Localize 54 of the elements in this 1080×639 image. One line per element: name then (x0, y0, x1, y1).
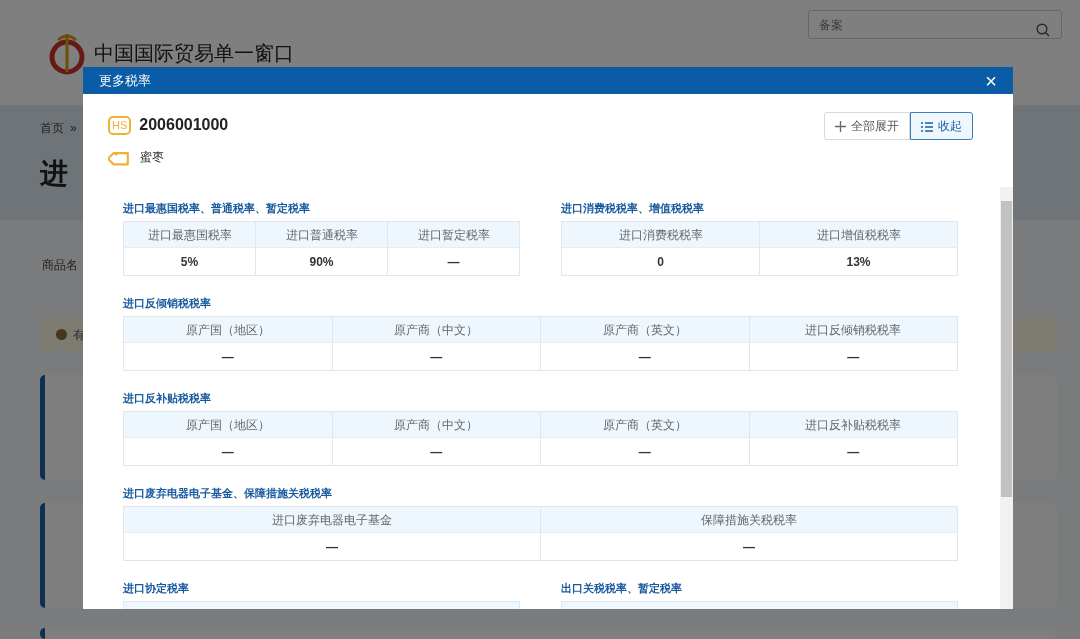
hs-code: 2006001000 (139, 115, 229, 135)
column-header: 进口反倾销税税率 (749, 317, 958, 343)
table-cell: 5% (124, 248, 256, 276)
section-title: 进口废弃电器电子基金、保障措施关税税率 (123, 486, 333, 500)
column-header: 原产商（中文） (332, 317, 541, 343)
expand-all-button[interactable]: 全部展开 (824, 112, 910, 140)
column-header: 原产商（英文） (541, 317, 750, 343)
table-cell: — (541, 533, 958, 561)
table-cell: — (541, 438, 750, 466)
column-header: 进口消费税税率 (562, 222, 760, 248)
table-cell: 90% (256, 248, 388, 276)
scrollbar-thumb[interactable] (1001, 201, 1012, 497)
table-cell: — (124, 533, 541, 561)
column-header: 进口暂定税率 (388, 222, 520, 248)
alert-icon (56, 329, 67, 340)
section-title: 进口消费税税率、增值税税率 (561, 201, 705, 215)
product-name: 蜜枣 (140, 149, 164, 167)
table-cell: — (749, 438, 958, 466)
column-header: 原产国（地区） (124, 317, 333, 343)
column-header: 进口反补贴税税率 (749, 412, 958, 438)
hs-code-icon: HS (108, 115, 132, 135)
field-label: 商品名 (42, 257, 78, 274)
table-cell: — (332, 343, 541, 371)
table-cell: — (541, 343, 750, 371)
column-header: 原产国（地区） (124, 412, 333, 438)
section-title: 出口关税税率、暂定税率 (561, 581, 683, 595)
column-header: 进口最惠国税率 (124, 222, 256, 248)
page-title: 进 (40, 157, 68, 191)
table-cell: — (388, 248, 520, 276)
column-header: 原产商（中文） (332, 412, 541, 438)
breadcrumb-separator: » (70, 120, 77, 137)
column-header: 进口普通税率 (256, 222, 388, 248)
close-button[interactable]: × (985, 70, 997, 91)
table-cell: — (332, 438, 541, 466)
modal-title: 更多税率 (99, 71, 151, 90)
column-header: 进口增值税税率 (760, 222, 958, 248)
column-header: 保障措施关税税率 (541, 507, 958, 533)
collapse-button[interactable]: 收起 (910, 112, 973, 140)
section-title: 进口最惠国税率、普通税率、暂定税率 (123, 201, 311, 215)
table-cell: — (749, 343, 958, 371)
section-title: 进口反补贴税税率 (123, 391, 212, 405)
section-title: 进口协定税率 (123, 581, 190, 595)
table-cell: — (124, 343, 333, 371)
table-cell: — (124, 438, 333, 466)
column-header: 原产商（英文） (541, 412, 750, 438)
column-header: 进口废弃电器电子基金 (124, 507, 541, 533)
breadcrumb-link[interactable]: 首页 (40, 119, 64, 137)
search-field[interactable]: 备案 (808, 10, 1062, 39)
table-cell: 13% (760, 248, 958, 276)
alert-text: 有 (73, 327, 85, 344)
section-title: 进口反倾销税税率 (123, 296, 212, 310)
scrollbar[interactable] (1000, 187, 1013, 609)
table-cell: 0 (562, 248, 760, 276)
site-logo-text[interactable]: 中国国际贸易单一窗口 (94, 41, 294, 65)
